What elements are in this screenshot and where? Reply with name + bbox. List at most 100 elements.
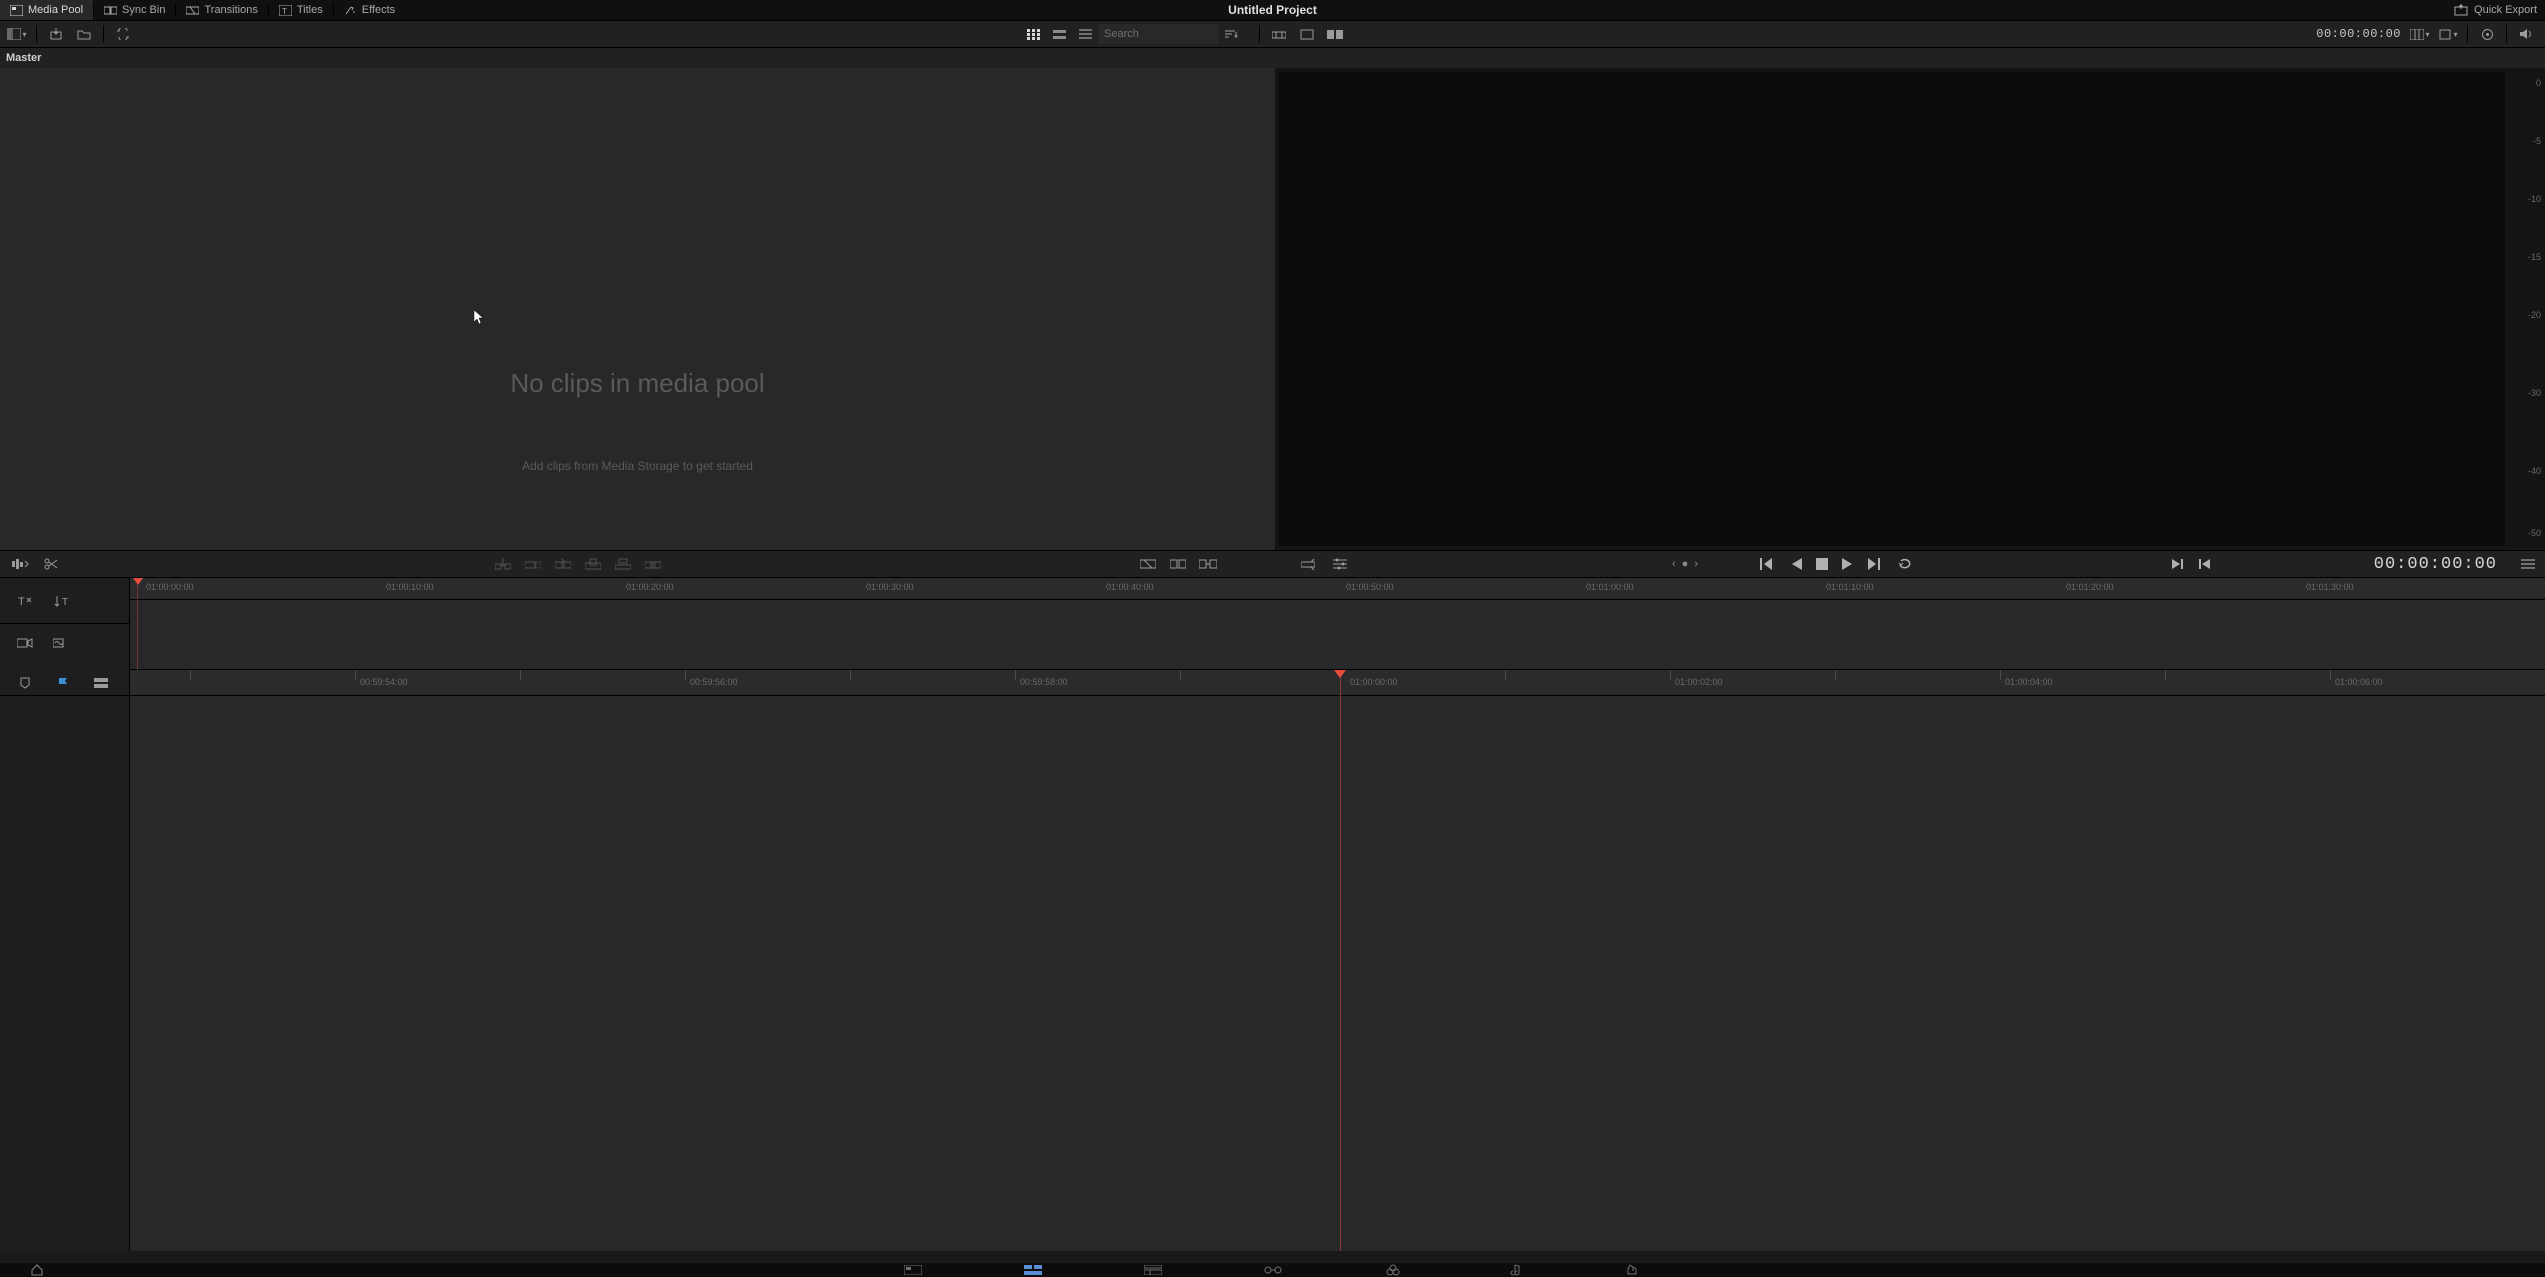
append-button[interactable] xyxy=(520,553,546,575)
safe-area-icon xyxy=(2410,29,2424,40)
viewer-timecode[interactable]: 00:00:00:00 xyxy=(2316,27,2401,41)
tab-transitions[interactable]: Transitions xyxy=(176,0,267,20)
breadcrumb[interactable]: Master xyxy=(6,52,41,64)
audio-meter: 0 -5 -10 -15 -20 -30 -40 -50 xyxy=(2509,68,2545,550)
tools-dissolve-button[interactable] xyxy=(1135,553,1161,575)
page-fusion[interactable] xyxy=(1258,1264,1288,1276)
playhead-line xyxy=(1340,670,1341,1251)
audio-only-icon xyxy=(53,637,69,649)
ruler-tick: 01:00:20:00 xyxy=(626,582,674,592)
ruler-tick: 01:00:00:00 xyxy=(146,582,194,592)
page-color[interactable] xyxy=(1378,1264,1408,1276)
home-icon xyxy=(30,1264,44,1276)
viewer-canvas xyxy=(1279,72,2505,546)
ruler-tick: 01:00:30:00 xyxy=(866,582,914,592)
dual-viewer-icon xyxy=(1327,29,1343,40)
smart-insert-button[interactable] xyxy=(490,553,516,575)
snapping-button[interactable] xyxy=(1295,553,1321,575)
meter-tick: -50 xyxy=(2528,528,2541,538)
thumbnail-view-button[interactable] xyxy=(1020,23,1046,45)
video-only-button[interactable] xyxy=(12,632,38,654)
tab-label: Media Pool xyxy=(28,4,83,16)
dual-viewer-button[interactable] xyxy=(1322,23,1348,45)
single-viewer-button[interactable] xyxy=(1294,23,1320,45)
ripple-overwrite-button[interactable] xyxy=(550,553,576,575)
import-folder-button[interactable] xyxy=(71,23,97,45)
jump-end-button[interactable] xyxy=(1868,557,1884,571)
search-input[interactable] xyxy=(1098,24,1218,44)
go-to-in-button[interactable] xyxy=(2170,558,2184,570)
strip-icon xyxy=(1053,29,1066,40)
timeline-menu-button[interactable] xyxy=(2521,559,2535,569)
play-button[interactable] xyxy=(1842,557,1854,571)
ruler-tick: 01:00:00:00 xyxy=(1350,677,1398,687)
timeline-canvas[interactable]: 00:59:54:00 00:59:56:00 00:59:58:00 01:0… xyxy=(130,670,2545,1251)
sync-clips-button[interactable] xyxy=(110,23,136,45)
loop-button[interactable] xyxy=(1898,557,1914,571)
place-on-top-button[interactable] xyxy=(610,553,636,575)
sliders-icon xyxy=(1333,558,1347,570)
bin-list-button[interactable]: ▾ xyxy=(4,23,30,45)
boring-detector-button[interactable] xyxy=(8,553,34,575)
overview-ruler[interactable]: 01:00:00:00 01:00:10:00 01:00:20:00 01:0… xyxy=(130,578,2545,670)
go-to-out-button[interactable] xyxy=(2198,558,2212,570)
tab-media-pool[interactable]: Media Pool xyxy=(0,0,93,20)
page-cut[interactable] xyxy=(1018,1264,1048,1276)
tab-sync-bin[interactable]: Sync Bin xyxy=(94,0,175,20)
transport-timecode[interactable]: 00:00:00:00 xyxy=(2374,555,2497,574)
track-color-button[interactable] xyxy=(88,672,114,694)
source-overwrite-icon xyxy=(645,558,661,570)
home-button[interactable] xyxy=(30,1264,44,1276)
audio-track-lock-button[interactable]: T xyxy=(48,590,74,612)
quick-export-button[interactable]: Quick Export xyxy=(2454,4,2537,16)
page-deliver[interactable] xyxy=(1618,1264,1648,1276)
video-only-icon xyxy=(17,637,33,649)
audio-mute-button[interactable] xyxy=(2513,23,2539,45)
import-media-button[interactable] xyxy=(43,23,69,45)
play-reverse-button[interactable] xyxy=(1790,557,1802,571)
sort-button[interactable] xyxy=(1218,23,1244,45)
strip-view-button[interactable] xyxy=(1046,23,1072,45)
zoom-button[interactable]: ▾ xyxy=(2435,23,2461,45)
source-tape-button[interactable] xyxy=(1266,23,1292,45)
tab-label: Transitions xyxy=(204,4,257,16)
close-up-button[interactable] xyxy=(580,553,606,575)
effects-icon xyxy=(344,5,357,16)
tools-cut-button[interactable] xyxy=(1165,553,1191,575)
chevron-down-icon: ▾ xyxy=(2453,30,2457,39)
tools-smooth-cut-button[interactable] xyxy=(1195,553,1221,575)
tab-effects[interactable]: Effects xyxy=(334,0,405,20)
jump-start-button[interactable] xyxy=(1760,557,1776,571)
source-overwrite-button[interactable] xyxy=(640,553,666,575)
ruler-tick: 01:01:00:00 xyxy=(1586,582,1634,592)
svg-text:T: T xyxy=(18,596,25,607)
media-pool-panel[interactable]: No clips in media pool Add clips from Me… xyxy=(0,68,1275,550)
timeline-options-button[interactable] xyxy=(1327,553,1353,575)
main-timeline: 00:59:54:00 00:59:56:00 00:59:58:00 01:0… xyxy=(0,670,2545,1251)
safe-area-button[interactable]: ▾ xyxy=(2407,23,2433,45)
prev-edit-button[interactable]: ‹ xyxy=(1672,558,1676,570)
flag-tool-button[interactable] xyxy=(50,672,76,694)
separator xyxy=(2467,25,2468,43)
svg-text:T: T xyxy=(62,597,68,607)
audio-only-button[interactable] xyxy=(48,632,74,654)
timeline-ruler[interactable]: 00:59:54:00 00:59:56:00 00:59:58:00 01:0… xyxy=(130,670,2545,696)
dissolve-icon xyxy=(1140,559,1156,569)
source-tape-icon xyxy=(1272,29,1286,40)
list-view-button[interactable] xyxy=(1072,23,1098,45)
stop-button[interactable] xyxy=(1816,558,1828,570)
marker-tool-button[interactable] xyxy=(12,672,38,694)
media-pool-icon xyxy=(10,5,23,16)
tab-titles[interactable]: T Titles xyxy=(269,0,333,20)
page-edit[interactable] xyxy=(1138,1264,1168,1276)
page-fairlight[interactable] xyxy=(1498,1264,1528,1276)
next-edit-button[interactable]: › xyxy=(1694,558,1698,570)
viewer-panel[interactable]: 0 -5 -10 -15 -20 -30 -40 -50 xyxy=(1275,68,2545,550)
page-media[interactable] xyxy=(898,1264,928,1276)
meter-tick: -20 xyxy=(2528,310,2541,320)
video-track-lock-button[interactable]: T xyxy=(12,590,38,612)
track-icon xyxy=(94,678,108,688)
split-clip-button[interactable] xyxy=(38,553,64,575)
resolve-color-button[interactable] xyxy=(2474,23,2500,45)
top-tab-bar: Media Pool Sync Bin Transitions T Titles… xyxy=(0,0,2545,20)
